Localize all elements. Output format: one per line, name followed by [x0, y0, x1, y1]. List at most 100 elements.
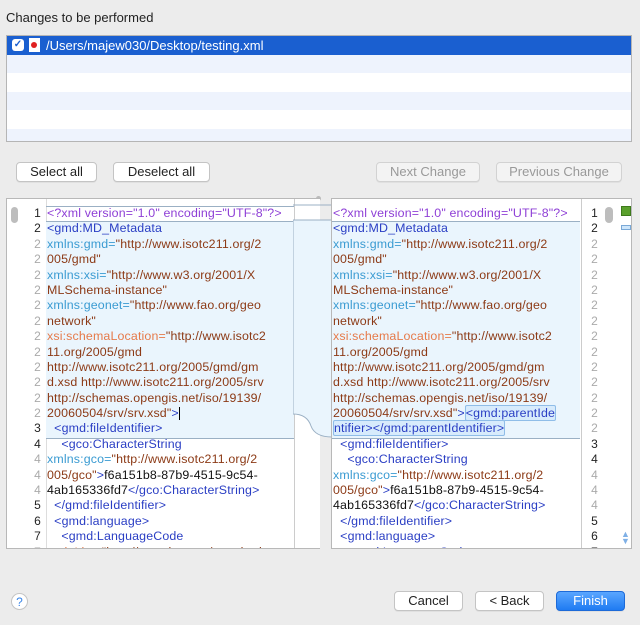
code-line[interactable]: 2 http://schemas.opengis.net/iso/19139/ [7, 391, 307, 406]
diff-connector-shape [293, 219, 333, 438]
code-line[interactable]: 4 4ab165336fd7</gco:CharacterString> [7, 483, 307, 498]
section-title: Changes to be performed [6, 10, 154, 25]
code-token: d.xsd http://www.isotc211.org/2005/srv [333, 375, 550, 390]
line-text: <gco:CharacterString [333, 452, 468, 467]
code-token: d.xsd http://www.isotc211.org/2005/srv [47, 375, 264, 390]
code-line[interactable]: 2 MLSchema-instance" [332, 283, 612, 298]
code-line[interactable]: 2 xmlns:geonet="http://www.fao.org/geo [7, 298, 307, 313]
line-number: 2 [34, 406, 41, 421]
code-token: 005/gco" [47, 467, 97, 482]
change-checkbox[interactable]: ✓ [12, 39, 24, 52]
line-number: 2 [34, 375, 41, 390]
previous-change-button[interactable]: Previous Change [496, 162, 622, 182]
line-text: xmlns:gco="http://www.isotc211.org/2 [47, 452, 257, 467]
code-line[interactable]: 1 <?xml version="1.0" encoding="UTF-8"?> [7, 206, 307, 221]
code-line[interactable]: 6 <gmd:language> [7, 514, 307, 529]
code-line[interactable]: 2 20060504/srv/srv.xsd"> [7, 406, 307, 421]
code-line[interactable]: 2 <gmd:MD_Metadata [332, 221, 612, 236]
code-token: "http://www.isotc211.org/2 [111, 452, 258, 467]
code-token: 005/gco" [333, 483, 383, 498]
overview-change-marker[interactable] [621, 206, 631, 216]
code-line[interactable]: 2 20060504/srv/srv.xsd"><gmd:parentIde [332, 405, 612, 422]
select-all-button[interactable]: Select all [16, 162, 97, 182]
code-line[interactable]: 2 d.xsd http://www.isotc211.org/2005/srv [332, 375, 612, 390]
code-line[interactable]: 2 http://www.isotc211.org/2005/gmd/gm [332, 360, 612, 375]
line-number: 6 [591, 529, 598, 544]
next-change-button[interactable]: Next Change [376, 162, 480, 182]
line-text: <?xml version="1.0" encoding="UTF-8"?> [47, 206, 282, 221]
code-line[interactable]: 2 MLSchema-instance" [7, 283, 307, 298]
code-line[interactable]: 3 <gmd:fileIdentifier> [7, 421, 307, 436]
code-line[interactable]: 2 11.org/2005/gmd [7, 345, 307, 360]
code-token: "http://www.isotc211.org/2 [115, 236, 262, 251]
line-text: xmlns:gmd="http://www.isotc211.org/2 [47, 237, 261, 252]
modified-editor[interactable]: 1 <?xml version="1.0" encoding="UTF-8"?> 2… [331, 198, 632, 549]
code-token: </gco:CharacterString> [128, 483, 260, 498]
line-number: 4 [34, 483, 41, 498]
code-line[interactable]: 4 005/gco">f6a151b8-87b9-4515-9c54- [332, 483, 612, 498]
line-number: 7 [29, 545, 41, 548]
scrollbar-thumb[interactable] [605, 207, 613, 223]
code-line[interactable]: 2 xsi:schemaLocation="http://www.isotc2 [332, 329, 612, 344]
code-line[interactable]: 4 xmlns:gco="http://www.isotc211.org/2 [332, 468, 612, 483]
line-text: <gco:CharacterString [47, 437, 182, 452]
code-line[interactable]: 1 <?xml version="1.0" encoding="UTF-8"?> [332, 206, 612, 221]
scroll-arrows-icon[interactable]: ▲ ▼ [621, 530, 630, 546]
line-text: 4ab165336fd7</gco:CharacterString> [333, 498, 545, 513]
line-number: 2 [591, 329, 598, 344]
modified-code[interactable]: 1 <?xml version="1.0" encoding="UTF-8"?> 2… [332, 206, 612, 548]
back-button[interactable]: < Back [475, 591, 544, 611]
code-line[interactable]: 4 4ab165336fd7</gco:CharacterString> [332, 498, 612, 513]
code-line[interactable]: 4 005/gco">f6a151b8-87b9-4515-9c54- [7, 468, 307, 483]
code-line[interactable]: 4 <gco:CharacterString [332, 452, 612, 467]
code-line[interactable]: 6 <gmd:language> [332, 529, 612, 544]
original-editor[interactable]: 1 <?xml version="1.0" encoding="UTF-8"?> 2… [6, 198, 320, 549]
change-item[interactable]: ✓ /Users/majew030/Desktop/testing.xml [7, 36, 631, 55]
code-line[interactable]: 2 11.org/2005/gmd [332, 345, 612, 360]
line-text: xmlns:gmd="http://www.isotc211.org/2 [333, 237, 547, 252]
code-line[interactable]: 2 xmlns:gmd="http://www.isotc211.org/2 [332, 237, 612, 252]
code-line[interactable]: 7 codeList="http://www.loc.gov/standard [7, 545, 307, 548]
code-line[interactable]: 2 xsi:schemaLocation="http://www.isotc2 [7, 329, 307, 344]
code-line[interactable]: 2 005/gmd" [332, 252, 612, 267]
code-line[interactable]: 2 xmlns:xsi="http://www.w3.org/2001/X [332, 268, 612, 283]
code-line[interactable]: 2 <gmd:MD_Metadata [7, 221, 307, 236]
line-text: 005/gco">f6a151b8-87b9-4515-9c54- [47, 468, 258, 483]
code-line[interactable]: 2 xmlns:xsi="http://www.w3.org/2001/X [7, 268, 307, 283]
line-text: 20060504/srv/srv.xsd"><gmd:parentIde [333, 405, 557, 422]
code-line[interactable]: 2 xmlns:geonet="http://www.fao.org/geo [332, 298, 612, 313]
line-text: xmlns:geonet="http://www.fao.org/geo [47, 298, 261, 313]
code-line[interactable]: 4 <gco:CharacterString [7, 437, 307, 452]
help-button[interactable]: ? [11, 593, 28, 610]
deselect-all-button[interactable]: Deselect all [113, 162, 210, 182]
original-code[interactable]: 1 <?xml version="1.0" encoding="UTF-8"?> 2… [7, 206, 307, 548]
code-line[interactable]: 2 http://www.isotc211.org/2005/gmd/gm [7, 360, 307, 375]
code-line[interactable]: 3 <gmd:fileIdentifier> [332, 437, 612, 452]
code-token: f6a151b8-87b9-4515-9c54- [104, 467, 258, 482]
code-line[interactable]: 5 </gmd:fileIdentifier> [7, 498, 307, 513]
line-number: 1 [34, 206, 41, 220]
line-number: 2 [591, 421, 598, 436]
code-line[interactable]: 2 ntifier></gmd:parentIdentifier> [332, 420, 612, 437]
code-line[interactable]: 2 http://schemas.opengis.net/iso/19139/ [332, 391, 612, 406]
line-number: 2 [591, 252, 598, 267]
code-line[interactable]: 5 </gmd:fileIdentifier> [332, 514, 612, 529]
code-token: <gmd:fileIdentifier> [333, 436, 449, 451]
code-line[interactable]: 4 xmlns:gco="http://www.isotc211.org/2 [7, 452, 307, 467]
code-token: 4ab165336fd7 [333, 498, 415, 513]
finish-button[interactable]: Finish [556, 591, 625, 611]
code-line[interactable]: 7 <gmd:LanguageCode [332, 545, 612, 548]
code-token: <gmd:LanguageCode [333, 545, 469, 548]
code-line[interactable]: 2 d.xsd http://www.isotc211.org/2005/srv [7, 375, 307, 390]
changes-list[interactable]: ✓ /Users/majew030/Desktop/testing.xml [6, 35, 632, 142]
line-number: 2 [34, 236, 41, 251]
code-line[interactable]: 2 network" [332, 314, 612, 329]
empty-row [7, 54, 631, 73]
code-line[interactable]: 2 005/gmd" [7, 252, 307, 267]
code-line[interactable]: 7 <gmd:LanguageCode [7, 529, 307, 544]
overview-diff-marker[interactable] [621, 225, 631, 230]
code-line[interactable]: 2 network" [7, 314, 307, 329]
cancel-button[interactable]: Cancel [394, 591, 463, 611]
code-token: http://www.isotc211.org/2005/gmd/gm [333, 359, 545, 374]
code-line[interactable]: 2 xmlns:gmd="http://www.isotc211.org/2 [7, 237, 307, 252]
